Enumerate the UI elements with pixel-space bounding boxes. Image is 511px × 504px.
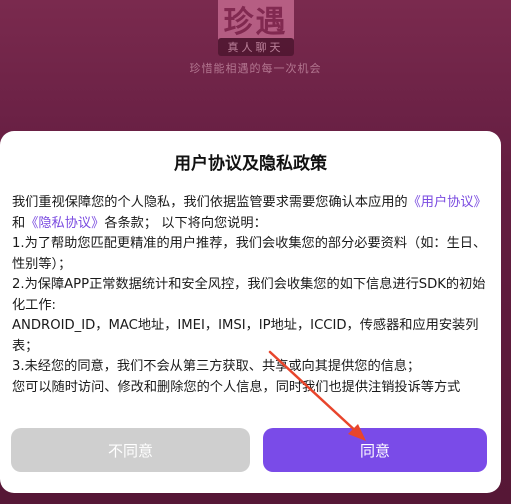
item-3: 3.未经您的同意，我们不会从第三方获取、共享或向其提供您的信息； bbox=[12, 359, 421, 374]
app-slogan: 珍惜能相遇的每一次机会 bbox=[189, 62, 322, 75]
disagree-button[interactable]: 不同意 bbox=[11, 428, 250, 472]
item-1: 1.为了帮助您匹配更精准的用户推荐，我们会收集您的部分必要资料（如：生日、性别等… bbox=[12, 236, 487, 272]
intro-suffix: 各条款； 以下将向您说明： bbox=[104, 215, 267, 231]
privacy-agreement-link[interactable]: 《隐私协议》 bbox=[25, 216, 104, 231]
closing-text: 您可以随时访问、修改和删除您的个人信息，同时我们也提供注销投诉等方式 bbox=[12, 379, 461, 395]
logo-badge: 真人聊天 bbox=[217, 38, 294, 56]
privacy-dialog: 用户协议及隐私政策 我们重视保障您的个人隐私，我们依据监管要求需要您确认本应用的… bbox=[0, 131, 501, 493]
intro-paragraph: 我们重视保障您的个人隐私，我们依据监管要求需要您确认本应用的《用户协议》和《隐私… bbox=[12, 193, 488, 234]
app-logo-area: 珍遇 真人聊天 珍惜能相遇的每一次机会 bbox=[0, 0, 511, 80]
dialog-title: 用户协议及隐私政策 bbox=[174, 154, 327, 174]
agree-button[interactable]: 同意 bbox=[263, 428, 487, 472]
and-text: 和 bbox=[12, 215, 26, 231]
intro-prefix: 我们重视保障您的个人隐私，我们依据监管要求需要您确认本应用的 bbox=[12, 195, 408, 210]
dialog-body: 我们重视保障您的个人隐私，我们依据监管要求需要您确认本应用的《用户协议》和《隐私… bbox=[12, 193, 488, 398]
item-2-detail: ANDROID_ID，MAC地址，IMEI，IMSI，IP地址，ICCID，传感… bbox=[12, 318, 479, 354]
user-agreement-link[interactable]: 《用户协议》 bbox=[408, 195, 487, 210]
item-2: 2.为保障APP正常数据统计和安全风控，我们会收集您的如下信息进行SDK的初始化… bbox=[12, 277, 486, 313]
